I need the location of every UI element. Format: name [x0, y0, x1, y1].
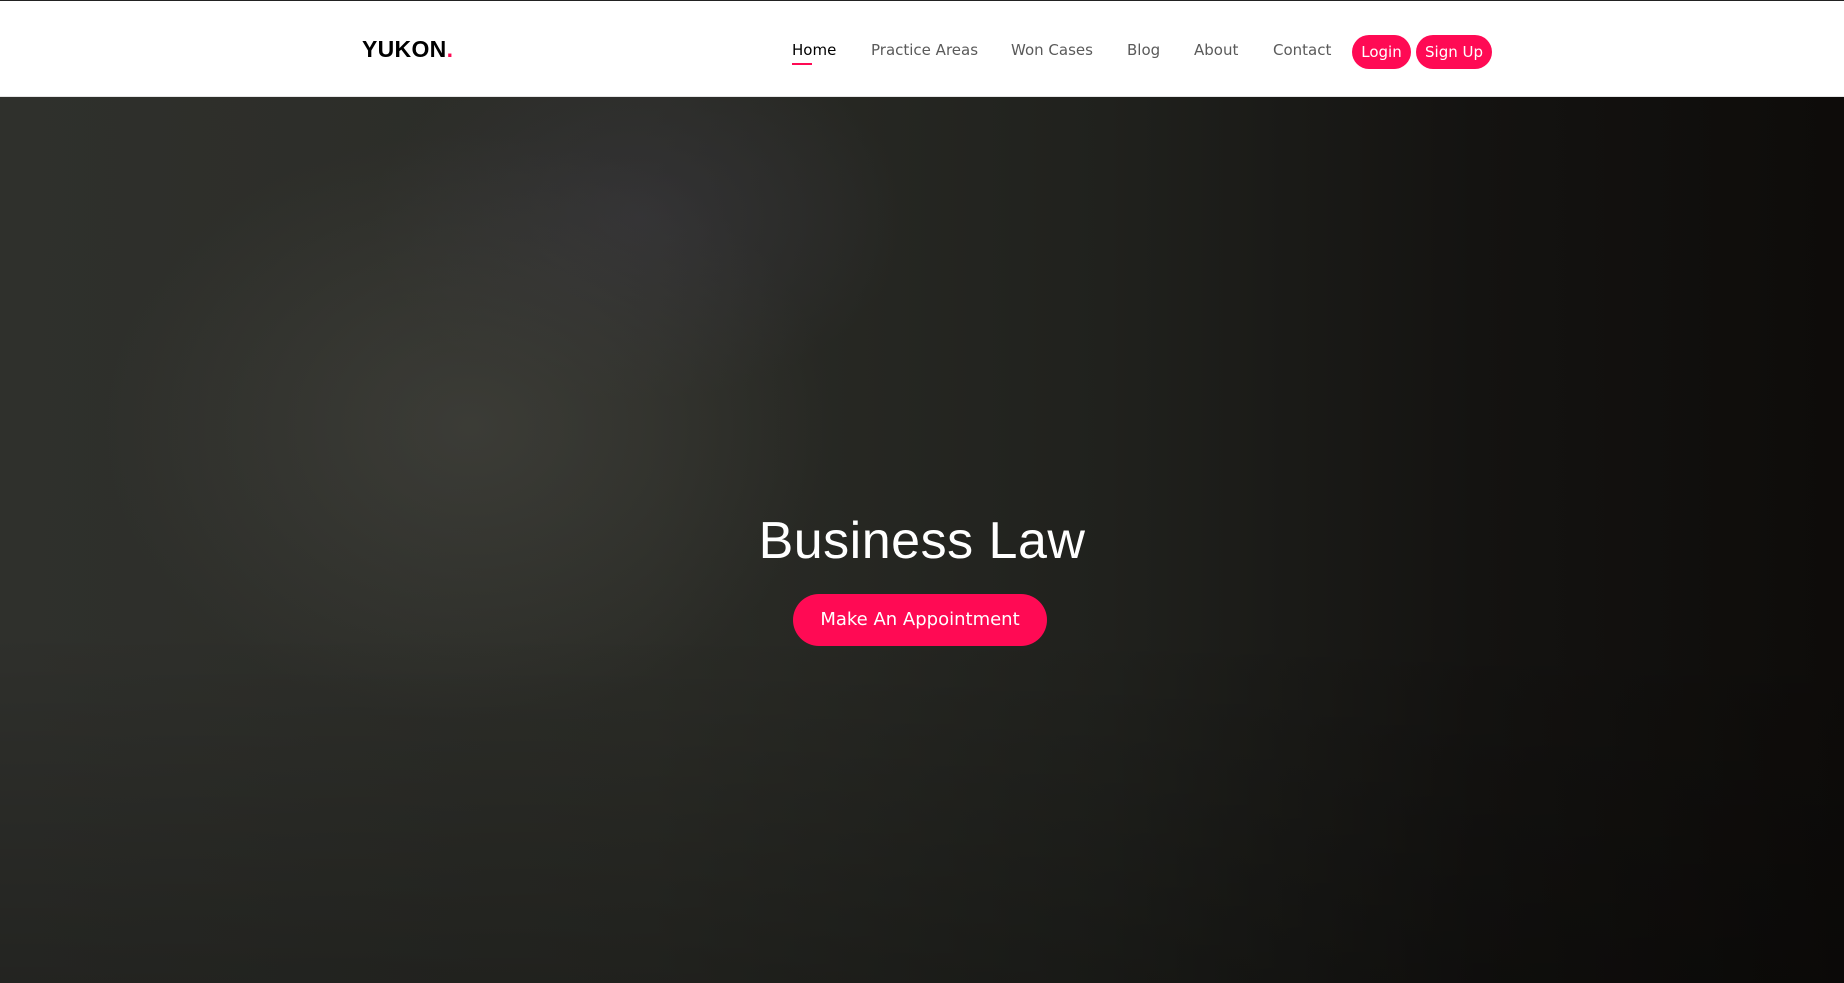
nav-item-contact[interactable]: Contact: [1273, 39, 1331, 61]
nav-item-label: Blog: [1127, 41, 1161, 59]
nav-item-about[interactable]: About: [1194, 39, 1238, 61]
nav-item-label: Contact: [1273, 41, 1332, 59]
nav-item-won-cases[interactable]: Won Cases: [1011, 39, 1093, 61]
signup-button-label: Sign Up: [1425, 43, 1483, 61]
logo-dot: .: [446, 36, 454, 62]
signup-button[interactable]: Sign Up: [1416, 35, 1492, 69]
site-logo[interactable]: YUKON.: [362, 35, 453, 63]
page: YUKON. Home Practice Areas Won Cases Blo…: [0, 0, 1844, 983]
site-header: YUKON. Home Practice Areas Won Cases Blo…: [0, 0, 1844, 97]
nav-item-practice-areas[interactable]: Practice Areas: [871, 39, 978, 61]
make-appointment-label: Make An Appointment: [820, 609, 1020, 630]
login-button-label: Login: [1361, 43, 1402, 61]
logo-text: YUKON: [362, 36, 447, 62]
nav-item-label: Practice Areas: [871, 41, 979, 59]
make-appointment-button[interactable]: Make An Appointment: [793, 594, 1047, 646]
login-button[interactable]: Login: [1352, 35, 1411, 69]
nav-item-blog[interactable]: Blog: [1127, 39, 1160, 61]
nav-item-label: Home: [792, 41, 837, 59]
hero-title: Business Law: [758, 512, 1086, 570]
nav-item-home[interactable]: Home: [792, 39, 837, 65]
active-nav-underline: [792, 63, 812, 65]
hero-section: Business Law Make An Appointment: [0, 97, 1844, 983]
nav-item-label: Won Cases: [1011, 41, 1093, 59]
nav-item-label: About: [1194, 41, 1239, 59]
